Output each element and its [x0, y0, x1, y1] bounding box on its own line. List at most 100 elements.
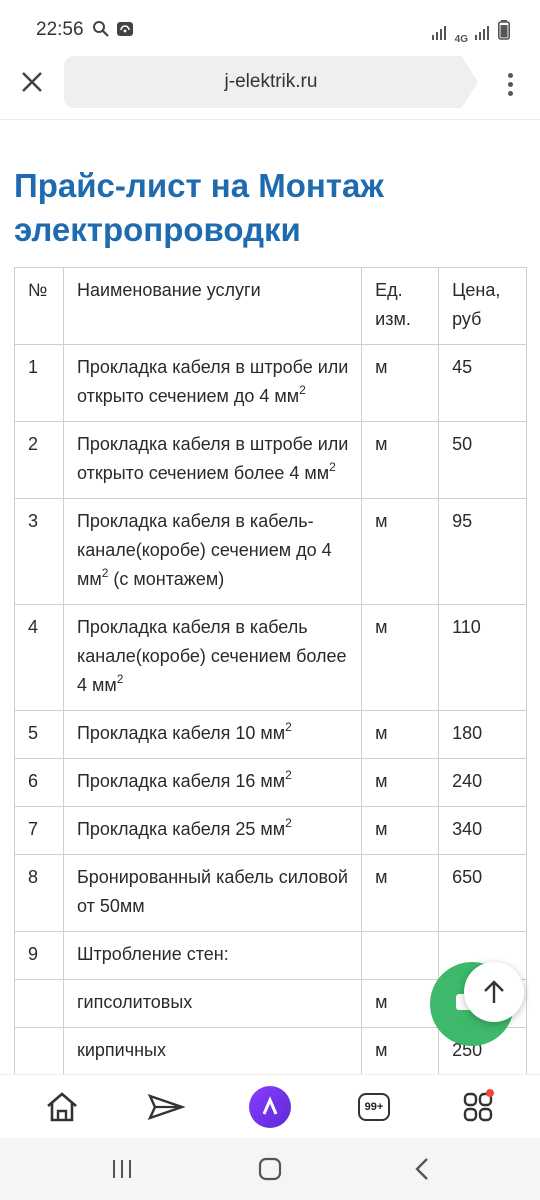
tabs-button[interactable]: 99+ — [352, 1087, 396, 1127]
row-num: 9 — [14, 931, 64, 980]
tabs-icon: 99+ — [358, 1093, 390, 1121]
row-name-superscript: 2 — [329, 460, 336, 474]
row-name-text: Прокладка кабеля в штробе или открыто се… — [76, 357, 349, 406]
page-content: Прайс-лист на Монтаж электропроводки № Н… — [0, 121, 540, 1074]
browser-bottom-nav: 99+ — [0, 1074, 540, 1138]
row-unit: м — [361, 710, 440, 759]
row-price: 650 — [438, 854, 527, 932]
row-unit: м — [361, 806, 440, 855]
header-price: Цена, руб — [438, 267, 527, 345]
row-num: 3 — [14, 498, 64, 605]
row-name: кирпичных — [62, 1027, 363, 1074]
row-name: Прокладка кабеля в кабель-канале(коробе)… — [62, 498, 363, 605]
price-table: № Наименование услуги Ед. изм. Цена, руб… — [14, 267, 527, 1074]
row-price: 340 — [438, 806, 527, 855]
more-menu-button[interactable] — [498, 66, 522, 102]
status-time: 22:56 — [36, 19, 84, 40]
row-num: 7 — [14, 806, 64, 855]
system-nav-bar — [0, 1138, 540, 1200]
home-system-button[interactable] — [258, 1156, 282, 1182]
table-row: 4 Прокладка кабеля в кабель канале(коробе… — [14, 604, 527, 711]
row-name-text: Прокладка кабеля 16 мм — [76, 771, 286, 791]
back-icon — [415, 1158, 428, 1180]
status-bar: 22:56 4G — [0, 0, 540, 48]
row-price: 50 — [438, 421, 527, 499]
row-price: 110 — [438, 604, 527, 711]
row-num: 1 — [14, 344, 64, 422]
home-square-icon — [258, 1157, 282, 1181]
services-button[interactable] — [456, 1087, 500, 1127]
address-bar[interactable]: j-elektrik.ru — [64, 56, 478, 108]
row-num — [14, 1027, 64, 1074]
row-name-text: Бронированный кабель силовой от 50мм — [76, 867, 348, 916]
signal-icon-2 — [475, 24, 491, 45]
cast-icon — [116, 20, 134, 43]
row-price: 180 — [438, 710, 527, 759]
address-bar-url: j-elektrik.ru — [224, 71, 318, 92]
table-row: 1 Прокладка кабеля в штробе или открыто с… — [14, 344, 527, 422]
header-name: Наименование услуги — [62, 267, 363, 345]
row-name: Бронированный кабель силовой от 50мм — [62, 854, 363, 932]
table-row: 2 Прокладка кабеля в штробе или открыто с… — [14, 421, 527, 499]
row-name-superscript: 2 — [116, 672, 124, 686]
table-row: 6 Прокладка кабеля 16 мм2 м 240 — [14, 758, 527, 807]
tabs-count: 99+ — [364, 1101, 384, 1113]
row-name: Прокладка кабеля 16 мм2 — [62, 758, 363, 807]
row-name-superscript: 2 — [285, 768, 292, 782]
row-name: Штробление стен: — [62, 931, 363, 980]
row-name-superscript: 2 — [299, 383, 306, 397]
row-name-text: Штробление стен: — [76, 944, 229, 964]
page-title: Прайс-лист на Монтаж электропроводки — [14, 167, 384, 248]
row-unit: м — [361, 758, 440, 807]
row-num: 4 — [14, 604, 64, 711]
table-row: 8 Бронированный кабель силовой от 50мм м 65… — [14, 854, 527, 932]
row-name: Прокладка кабеля 25 мм2 — [62, 806, 363, 855]
row-name-text: Прокладка кабеля в штробе или открыто се… — [76, 434, 349, 483]
close-icon — [22, 72, 42, 92]
row-unit: м — [361, 604, 440, 711]
table-row: 7 Прокладка кабеля 25 мм2 м 340 — [14, 806, 527, 855]
row-name-text: Прокладка кабеля 25 мм — [76, 819, 286, 839]
back-button[interactable] — [410, 1156, 434, 1182]
row-name: Прокладка кабеля в кабель канале(коробе)… — [62, 604, 363, 711]
notification-dot — [486, 1089, 494, 1097]
recents-icon — [113, 1160, 131, 1178]
row-name-text: Прокладка кабеля 10 мм — [76, 723, 286, 743]
row-unit: м — [361, 421, 440, 499]
scroll-top-button[interactable] — [464, 962, 524, 1022]
header-num: № — [14, 267, 64, 345]
row-price: 240 — [438, 758, 527, 807]
battery-icon — [498, 20, 510, 45]
row-price: 45 — [438, 344, 527, 422]
row-unit: м — [361, 854, 440, 932]
share-button[interactable] — [144, 1087, 188, 1127]
row-name: Прокладка кабеля в штробе или открыто се… — [62, 421, 363, 499]
home-button[interactable] — [40, 1087, 84, 1127]
row-name: Прокладка кабеля 10 мм2 — [62, 710, 363, 759]
row-name: гипсолитовых — [62, 979, 363, 1028]
row-num: 2 — [14, 421, 64, 499]
network-type-label: 4G — [454, 34, 468, 45]
row-unit: м — [361, 1027, 440, 1074]
home-icon — [47, 1092, 77, 1122]
row-name-superscript: 2 — [285, 816, 292, 830]
row-num: 5 — [14, 710, 64, 759]
browser-toolbar: j-elektrik.ru — [0, 48, 540, 120]
row-name-superscript: 2 — [101, 566, 109, 580]
row-unit: м — [361, 344, 440, 422]
arrow-up-icon — [484, 980, 504, 1003]
row-unit — [361, 931, 440, 980]
row-price: 95 — [438, 498, 527, 605]
alice-assistant-button[interactable] — [248, 1086, 292, 1128]
close-button[interactable] — [14, 64, 50, 100]
search-icon — [92, 20, 110, 43]
recents-button[interactable] — [110, 1156, 134, 1182]
paper-plane-icon — [147, 1093, 185, 1121]
signal-icon — [431, 24, 448, 45]
row-name-text: кирпичных — [76, 1040, 166, 1060]
header-unit: Ед. изм. — [361, 267, 440, 345]
row-name-text: гипсолитовых — [76, 992, 193, 1012]
row-name-superscript: 2 — [285, 720, 292, 734]
alice-icon — [249, 1086, 291, 1128]
table-row: 5 Прокладка кабеля 10 мм2 м 180 — [14, 710, 527, 759]
